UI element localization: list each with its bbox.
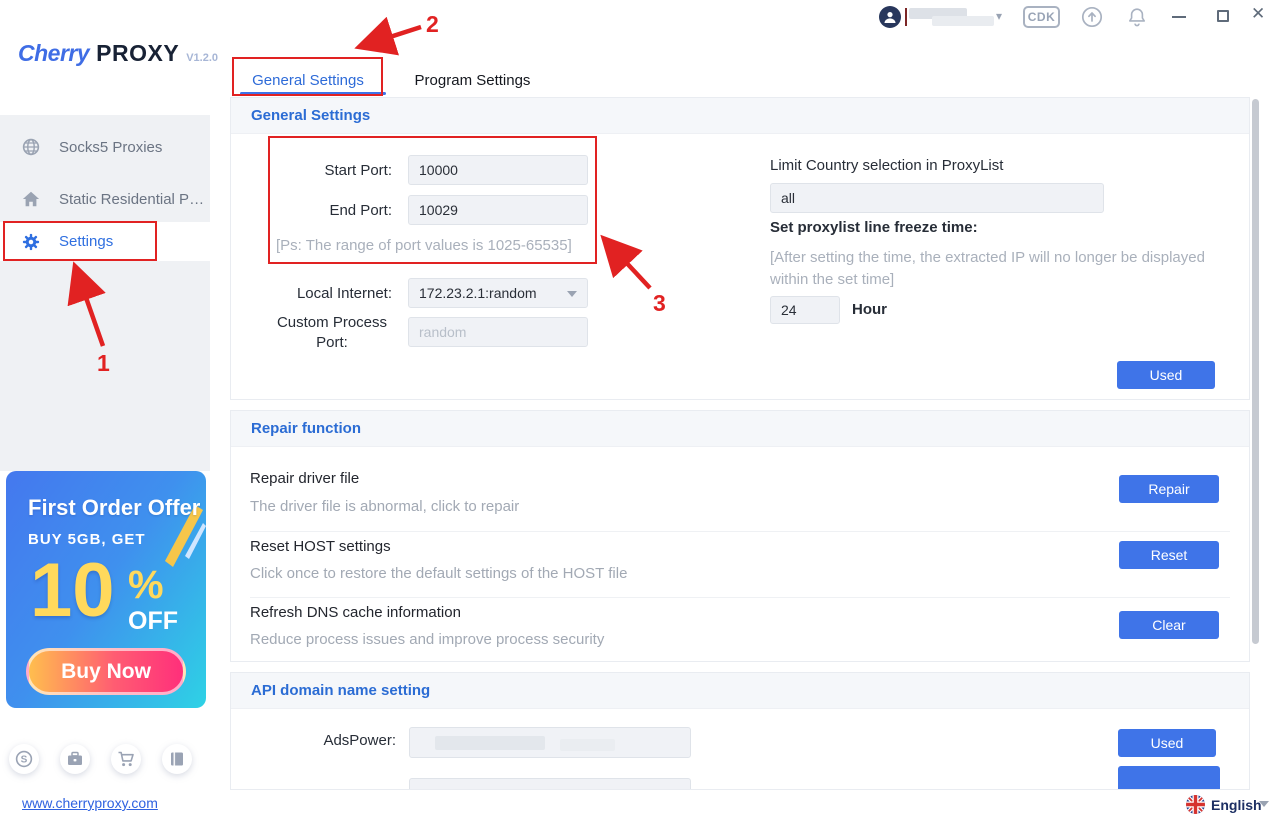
repair-item-title: Refresh DNS cache information <box>250 604 461 621</box>
language-caret-icon[interactable] <box>1259 801 1269 807</box>
end-port-label: End Port: <box>250 202 392 219</box>
vertical-scrollbar[interactable] <box>1252 99 1259 644</box>
local-internet-value: 172.23.2.1:random <box>419 285 537 301</box>
api-domain-section: API domain name setting AdsPower: Used <box>230 672 1250 790</box>
start-port-label: Start Port: <box>250 162 392 179</box>
tab-general-settings[interactable]: General Settings <box>242 68 374 92</box>
adspower-input[interactable] <box>409 727 691 758</box>
logo-brand-secondary: PROXY <box>96 40 179 67</box>
repair-item-desc: The driver file is abnormal, click to re… <box>250 498 519 515</box>
minimize-button[interactable] <box>1172 16 1186 18</box>
repair-button[interactable]: Repair <box>1119 475 1219 503</box>
sidebar-menu <box>0 115 210 471</box>
repair-item-title: Reset HOST settings <box>250 538 391 555</box>
maximize-button[interactable] <box>1217 10 1229 22</box>
adspower-label: AdsPower: <box>251 732 396 749</box>
repair-item-title: Repair driver file <box>250 470 359 487</box>
svg-text:S: S <box>21 755 28 766</box>
promo-card: First Order Offer BUY 5GB, GET 10 % OFF … <box>6 471 206 708</box>
book-icon <box>168 750 186 768</box>
promo-subtitle: BUY 5GB, GET <box>28 531 146 548</box>
gear-icon <box>22 233 40 251</box>
custom-process-port-input[interactable] <box>408 317 588 347</box>
freeze-time-label: Set proxylist line freeze time: <box>770 219 1170 236</box>
section-title: General Settings <box>251 107 370 124</box>
repair-item-desc: Reduce process issues and improve proces… <box>250 631 604 648</box>
sidebar-item-label: Socks5 Proxies <box>59 139 162 156</box>
user-avatar[interactable] <box>879 6 901 28</box>
custom-process-port-label: Custom Process Port: <box>272 313 392 353</box>
sidebar-item-label: Settings <box>59 233 113 250</box>
update-upload-icon[interactable] <box>1081 6 1103 28</box>
person-icon <box>883 10 897 24</box>
end-port-input[interactable] <box>408 195 588 225</box>
notification-bell-icon[interactable] <box>1126 6 1148 28</box>
section-title: API domain name setting <box>251 682 430 699</box>
close-button[interactable]: ✕ <box>1251 4 1265 24</box>
promo-title: First Order Offer <box>28 495 200 521</box>
logo-brand-primary: Cherry <box>18 40 89 67</box>
language-selector[interactable]: English <box>1211 797 1262 813</box>
cart-icon <box>117 750 135 768</box>
freeze-time-unit-label: Hour <box>852 301 912 318</box>
briefcase-icon <box>66 750 84 768</box>
home-icon <box>22 190 40 208</box>
uk-flag-icon <box>1186 795 1205 814</box>
annotation-arrow-2 <box>365 27 421 45</box>
start-port-input[interactable] <box>408 155 588 185</box>
refund-money-back-button[interactable]: S <box>9 744 39 774</box>
app-logo: Cherry PROXY V1.2.0 <box>18 40 218 67</box>
website-link[interactable]: www.cherryproxy.com <box>22 795 158 811</box>
app-window: ▾ CDK ✕ Cherry PROXY V1.2.0 Socks5 Proxi… <box>0 0 1282 835</box>
promo-discount-number: 10 <box>30 553 115 629</box>
active-tab-underline <box>240 92 386 95</box>
repair-item-desc: Click once to restore the default settin… <box>250 565 627 582</box>
sidebar-item-label: Static Residential Pro... <box>59 191 207 208</box>
promo-discount-suffix: OFF <box>128 607 178 636</box>
logo-version: V1.2.0 <box>186 52 218 64</box>
manual-docs-button[interactable] <box>162 744 192 774</box>
money-back-icon: S <box>15 750 33 768</box>
freeze-time-note: [After setting the time, the extracted I… <box>770 247 1230 291</box>
limit-country-input[interactable] <box>770 183 1104 213</box>
api-second-button-partial[interactable] <box>1118 766 1220 790</box>
repair-function-section: Repair function <box>230 410 1250 662</box>
local-internet-label: Local Internet: <box>250 285 392 302</box>
section-header: General Settings <box>231 98 1249 134</box>
redaction-cursor <box>905 8 907 26</box>
shop-button[interactable] <box>111 744 141 774</box>
divider <box>250 597 1230 598</box>
limit-country-label: Limit Country selection in ProxyList <box>770 157 1170 174</box>
tab-program-settings[interactable]: Program Settings <box>410 68 535 92</box>
api-used-button[interactable]: Used <box>1118 729 1216 757</box>
globe-icon <box>22 138 40 156</box>
local-internet-select[interactable]: 172.23.2.1:random <box>408 278 588 308</box>
sidebar-item-settings[interactable]: Settings <box>0 222 210 261</box>
divider <box>250 531 1230 532</box>
chevron-down-icon <box>567 291 577 297</box>
buy-now-button[interactable]: Buy Now <box>26 648 186 695</box>
section-title: Repair function <box>251 420 361 437</box>
general-used-button[interactable]: Used <box>1117 361 1215 389</box>
section-header: Repair function <box>231 411 1249 447</box>
clear-dns-button[interactable]: Clear <box>1119 611 1219 639</box>
cdk-button[interactable]: CDK <box>1023 6 1060 28</box>
section-header: API domain name setting <box>231 673 1249 709</box>
port-range-note: [Ps: The range of port values is 1025-65… <box>276 237 616 254</box>
redacted-value <box>560 739 615 751</box>
api-second-input-partial[interactable] <box>409 778 691 790</box>
business-services-button[interactable] <box>60 744 90 774</box>
freeze-time-input[interactable] <box>770 296 840 324</box>
redacted-username <box>932 16 994 26</box>
promo-discount-percent: % <box>128 563 164 608</box>
sidebar-item-static-residential[interactable]: Static Residential Pro... <box>0 179 210 219</box>
account-dropdown-caret-icon[interactable]: ▾ <box>996 9 1002 23</box>
reset-host-button[interactable]: Reset <box>1119 541 1219 569</box>
redacted-value <box>435 736 545 750</box>
sidebar-item-socks5-proxies[interactable]: Socks5 Proxies <box>0 127 210 167</box>
annotation-number-2: 2 <box>426 11 439 37</box>
